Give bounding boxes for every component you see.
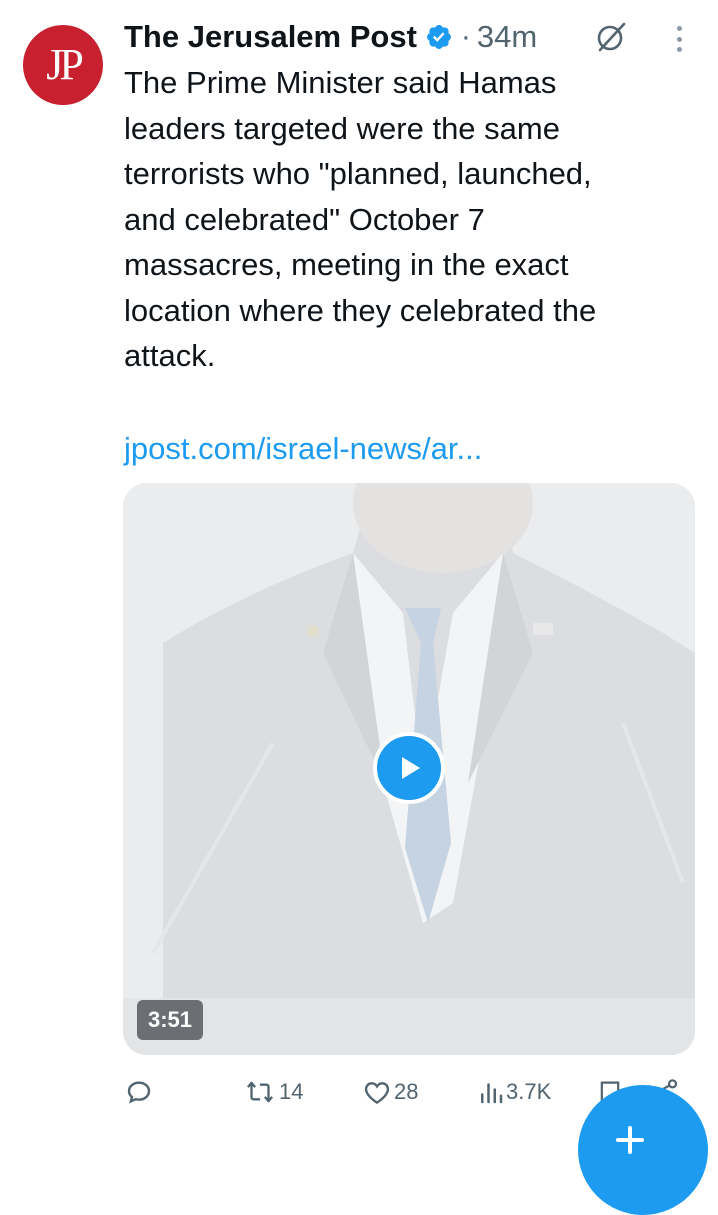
avatar[interactable]: JP	[23, 25, 103, 105]
reply-icon	[127, 1081, 151, 1104]
retweet-button[interactable]: 14	[243, 1070, 303, 1114]
tweet-text: The Prime Minister said Hamas leaders ta…	[124, 65, 597, 373]
retweet-icon	[246, 1081, 274, 1103]
more-options-icon[interactable]	[664, 22, 694, 56]
play-button[interactable]	[373, 732, 445, 804]
like-icon	[364, 1082, 390, 1105]
views-button[interactable]: 3.7K	[478, 1070, 551, 1114]
tweet-time[interactable]: 34m	[477, 19, 537, 55]
avatar-logo-text: JP	[46, 40, 84, 89]
grok-icon[interactable]	[594, 20, 628, 54]
compose-icon	[616, 1126, 644, 1154]
tweet-link[interactable]: jpost.com/israel-news/ar...	[124, 426, 482, 471]
video-duration: 3:51	[137, 1000, 204, 1040]
play-icon	[402, 757, 420, 779]
separator-dot: ·	[460, 20, 471, 53]
reply-button[interactable]	[124, 1070, 156, 1114]
author-name[interactable]: The Jerusalem Post	[124, 19, 417, 55]
like-button[interactable]: 28	[362, 1070, 418, 1114]
views-count: 3.7K	[506, 1079, 552, 1104]
verified-badge-icon	[426, 25, 451, 49]
like-count: 28	[394, 1079, 419, 1104]
retweet-count: 14	[279, 1079, 304, 1104]
tweet-header: The Jerusalem Post · 34m	[124, 14, 537, 60]
views-icon	[481, 1083, 503, 1104]
